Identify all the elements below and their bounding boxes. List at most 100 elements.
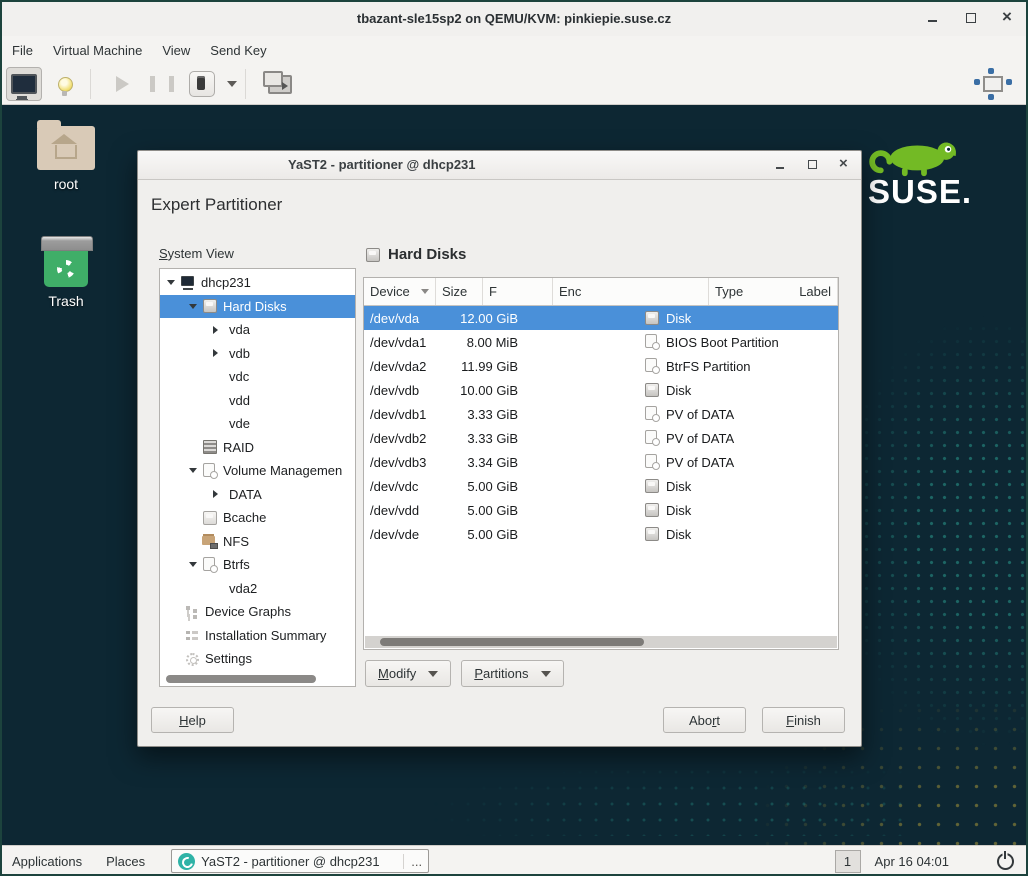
expander-icon[interactable] (189, 562, 197, 567)
tree-item[interactable]: Btrfs (160, 553, 355, 577)
tree-item[interactable]: Volume Managemen (160, 459, 355, 483)
table-row[interactable]: /dev/vdb 10.00 GiB Disk (364, 378, 838, 402)
workspace-switcher[interactable]: 1 (835, 850, 861, 873)
column-header[interactable]: Device (364, 278, 436, 305)
tree-item-icon (202, 510, 218, 526)
expander-icon[interactable] (189, 304, 197, 309)
cell-size: 3.34 GiB (450, 455, 522, 470)
type-icon (644, 430, 660, 446)
expander-icon[interactable] (213, 490, 218, 498)
tree-item[interactable]: NFS (160, 530, 355, 554)
chevron-down-icon (428, 671, 438, 677)
task-overflow[interactable]: ... (403, 854, 422, 869)
tree-item[interactable]: Settings (160, 647, 355, 671)
table-row[interactable]: /dev/vde 5.00 GiB Disk (364, 522, 838, 546)
close-icon[interactable] (1002, 11, 1016, 25)
cell-device: /dev/vda (364, 311, 450, 326)
hard-disk-icon (365, 247, 381, 263)
shutdown-button[interactable] (185, 68, 219, 100)
type-icon (644, 526, 660, 542)
tree-item[interactable]: Installation Summary (160, 624, 355, 648)
menu-item[interactable]: Send Key (200, 36, 276, 64)
modify-button[interactable]: Modify (365, 660, 451, 687)
maximize-icon[interactable] (964, 11, 978, 25)
tree-item[interactable]: Bcache (160, 506, 355, 530)
menu-item[interactable]: File (2, 36, 43, 64)
tree-horizontal-scrollbar[interactable] (166, 675, 316, 683)
table-row[interactable]: /dev/vdb1 3.33 GiB PV of DATA (364, 402, 838, 426)
desktop-icon-trash[interactable]: Trash (18, 236, 114, 309)
table-horizontal-scrollbar[interactable] (365, 636, 837, 648)
tree-item[interactable]: vdc (160, 365, 355, 389)
details-button[interactable] (48, 68, 82, 100)
tree-item[interactable]: vdb (160, 342, 355, 366)
cell-size: 10.00 GiB (450, 383, 522, 398)
expander-icon[interactable] (189, 468, 197, 473)
tree-item-label: Volume Managemen (223, 463, 342, 478)
yast-titlebar[interactable]: YaST2 - partitioner @ dhcp231 (138, 151, 861, 180)
maximize-icon[interactable] (807, 159, 819, 171)
cell-device: /dev/vdb3 (364, 455, 450, 470)
fullscreen-icon (983, 76, 1003, 92)
menu-item[interactable]: Virtual Machine (43, 36, 152, 64)
table-row[interactable]: /dev/vdb2 3.33 GiB PV of DATA (364, 426, 838, 450)
type-icon (644, 334, 660, 350)
tree-item-icon (184, 651, 200, 667)
menu-item[interactable]: View (152, 36, 200, 64)
tree-item[interactable]: RAID (160, 436, 355, 460)
toolbar (0, 64, 1028, 105)
places-menu[interactable]: Places (94, 846, 157, 876)
cell-type: BtrFS Partition (666, 359, 751, 374)
column-header[interactable]: Label (793, 278, 838, 305)
help-button[interactable]: Help (151, 707, 234, 733)
scrollbar-thumb[interactable] (380, 638, 644, 646)
tree-item[interactable]: vda2 (160, 577, 355, 601)
power-icon[interactable] (997, 853, 1014, 870)
tree-item-label: vde (229, 416, 250, 431)
tree-item-label: Settings (205, 651, 252, 666)
column-header[interactable]: Type (709, 278, 793, 305)
table-row[interactable]: /dev/vda1 8.00 MiB BIOS Boot Partition (364, 330, 838, 354)
devices-table: Device Size F Enc (363, 277, 839, 650)
minimize-icon[interactable] (775, 159, 787, 171)
table-row[interactable]: /dev/vdb3 3.34 GiB PV of DATA (364, 450, 838, 474)
tree-item[interactable]: vde (160, 412, 355, 436)
column-header[interactable]: F (483, 278, 553, 305)
expander-icon[interactable] (213, 349, 218, 357)
close-icon[interactable] (839, 159, 851, 171)
partitions-button[interactable]: Partitions (461, 660, 563, 687)
run-button[interactable] (105, 68, 139, 100)
tree-item[interactable]: Hard Disks (160, 295, 355, 319)
table-row[interactable]: /dev/vdc 5.00 GiB Disk (364, 474, 838, 498)
expander-icon[interactable] (167, 280, 175, 285)
toolbar-separator (245, 69, 246, 99)
applications-menu[interactable]: Applications (0, 846, 94, 876)
tree-item[interactable]: Device Graphs (160, 600, 355, 624)
tree-item-label: vdb (229, 346, 250, 361)
shutdown-dropdown-caret-icon[interactable] (227, 81, 237, 87)
column-header[interactable]: Size (436, 278, 483, 305)
tree-item[interactable]: vda (160, 318, 355, 342)
tree-item-icon (184, 604, 200, 620)
tree-item-icon (180, 275, 196, 291)
table-row[interactable]: /dev/vda 12.00 GiB Disk (364, 306, 838, 330)
fullscreen-button[interactable] (978, 68, 1012, 100)
column-header[interactable]: Enc (553, 278, 709, 305)
pause-button[interactable] (145, 68, 179, 100)
table-row[interactable]: /dev/vdd 5.00 GiB Disk (364, 498, 838, 522)
table-row[interactable]: /dev/vda2 11.99 GiB BtrFS Partition (364, 354, 838, 378)
tree-item[interactable]: vdd (160, 389, 355, 413)
cell-type: PV of DATA (666, 431, 734, 446)
tree-item[interactable]: dhcp231 (160, 271, 355, 295)
displays-button[interactable] (260, 68, 294, 100)
desktop-icon-root[interactable]: root (18, 118, 114, 192)
vm-window-titlebar[interactable]: tbazant-sle15sp2 on QEMU/KVM: pinkiepie.… (0, 0, 1028, 37)
abort-button[interactable]: Abort (663, 707, 746, 733)
expander-icon[interactable] (213, 326, 218, 334)
finish-button[interactable]: Finish (762, 707, 845, 733)
console-button[interactable] (6, 67, 42, 101)
task-button[interactable]: YaST2 - partitioner @ dhcp231 ... (171, 849, 429, 873)
tree-item-label: Device Graphs (205, 604, 291, 619)
minimize-icon[interactable] (926, 11, 940, 25)
tree-item[interactable]: DATA (160, 483, 355, 507)
